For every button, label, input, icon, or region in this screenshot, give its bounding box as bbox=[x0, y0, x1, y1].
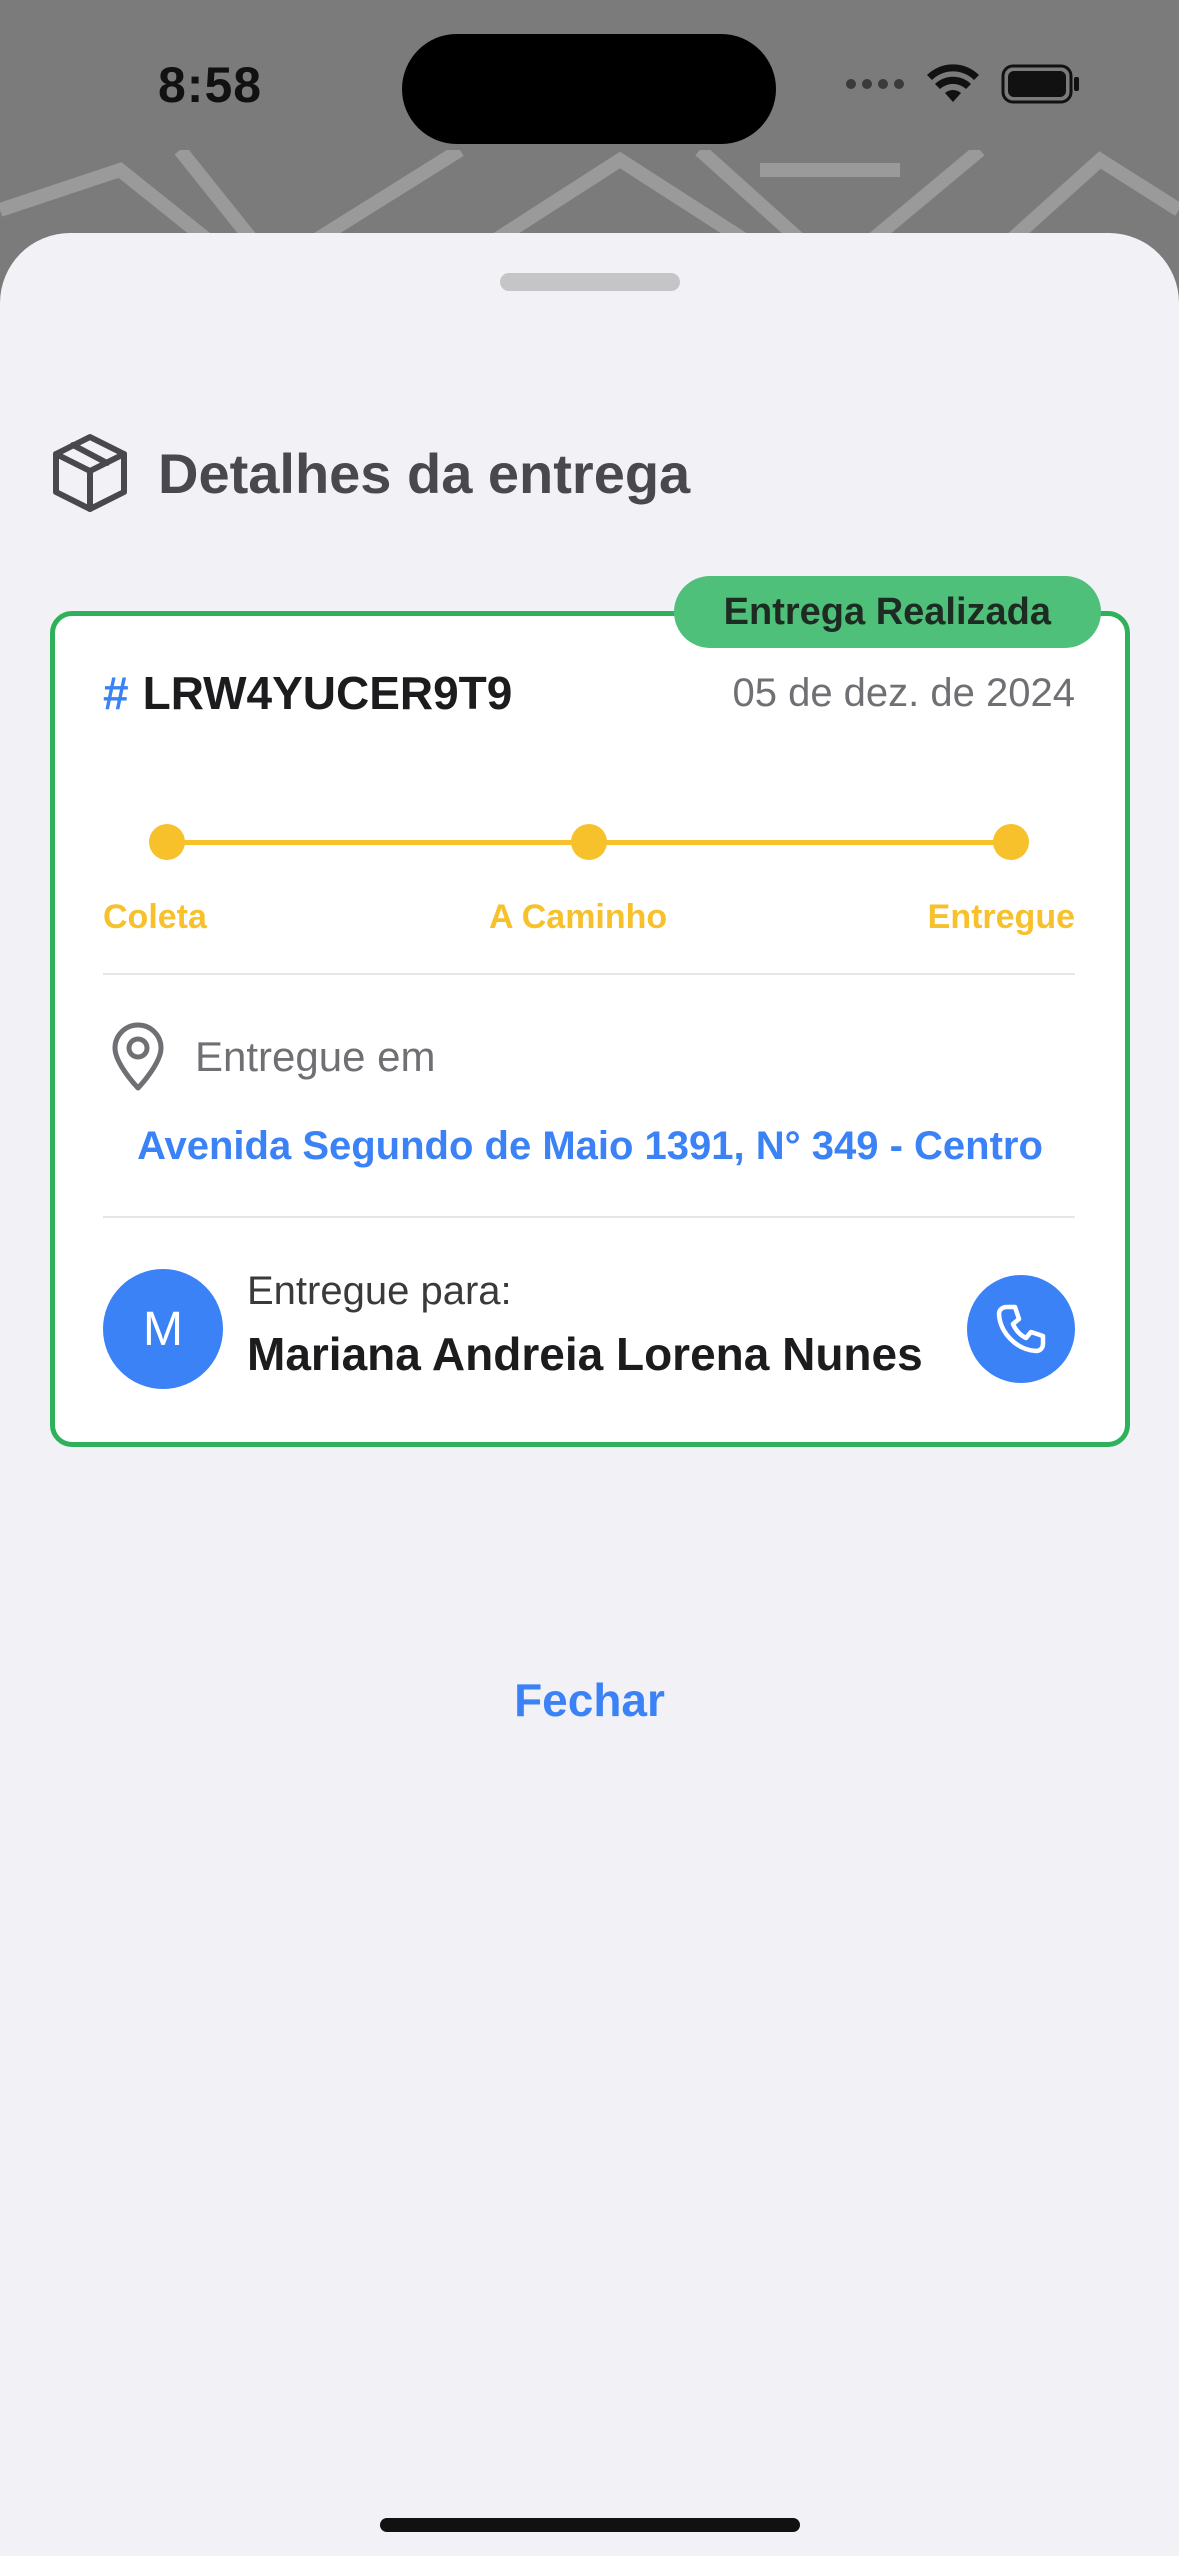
location-pin-icon bbox=[112, 1022, 164, 1091]
delivery-address[interactable]: Avenida Segundo de Maio 1391, N° 349 - C… bbox=[55, 1124, 1125, 1169]
delivered-at: Entregue em bbox=[109, 1022, 435, 1092]
order-id: # LRW4YUCER9T9 bbox=[103, 666, 512, 720]
package-icon bbox=[53, 434, 127, 512]
progress-dot-a-caminho bbox=[571, 824, 607, 860]
order-id-value: LRW4YUCER9T9 bbox=[142, 667, 513, 719]
delivered-at-label: Entregue em bbox=[195, 1033, 436, 1080]
phone-icon bbox=[996, 1304, 1046, 1354]
step-label-a-caminho: A Caminho bbox=[489, 898, 668, 936]
battery-icon bbox=[1001, 64, 1079, 104]
step-label-entregue: Entregue bbox=[927, 898, 1075, 936]
recipient-row: M Entregue para: Mariana Andreia Lorena … bbox=[103, 1269, 1075, 1389]
delivery-progress: Coleta A Caminho Entregue bbox=[103, 812, 1075, 952]
step-label-coleta: Coleta bbox=[103, 898, 207, 936]
status-badge: Entrega Realizada bbox=[673, 576, 1101, 648]
divider bbox=[103, 1216, 1075, 1218]
close-button[interactable]: Fechar bbox=[0, 1673, 1179, 1727]
status-time: 8:58 bbox=[158, 57, 263, 113]
sheet-grabber[interactable] bbox=[500, 273, 680, 291]
wifi-icon bbox=[927, 64, 979, 102]
home-indicator bbox=[380, 2518, 800, 2532]
status-icons bbox=[845, 64, 1081, 104]
progress-dot-entregue bbox=[993, 824, 1029, 860]
order-row: # LRW4YUCER9T9 05 de dez. de 2024 bbox=[103, 666, 1075, 720]
recipient-label: Entregue para: bbox=[247, 1269, 512, 1313]
dynamic-island bbox=[402, 34, 776, 144]
page-title: Detalhes da entrega bbox=[158, 441, 691, 505]
sheet-header: Detalhes da entrega bbox=[52, 433, 690, 513]
status-bar: 8:58 bbox=[0, 0, 1179, 175]
delivery-card: Entrega Realizada # LRW4YUCER9T9 05 de d… bbox=[50, 576, 1130, 1447]
call-button[interactable] bbox=[967, 1275, 1075, 1383]
delivery-details-sheet: Detalhes da entrega Entrega Realizada # … bbox=[0, 233, 1179, 2556]
avatar: M bbox=[103, 1269, 223, 1389]
progress-dot-coleta bbox=[149, 824, 185, 860]
divider bbox=[103, 973, 1075, 975]
recipient-name: Mariana Andreia Lorena Nunes bbox=[247, 1328, 923, 1380]
hash-icon: # bbox=[103, 667, 129, 719]
order-date: 05 de dez. de 2024 bbox=[732, 670, 1075, 715]
signal-icon bbox=[846, 79, 904, 89]
